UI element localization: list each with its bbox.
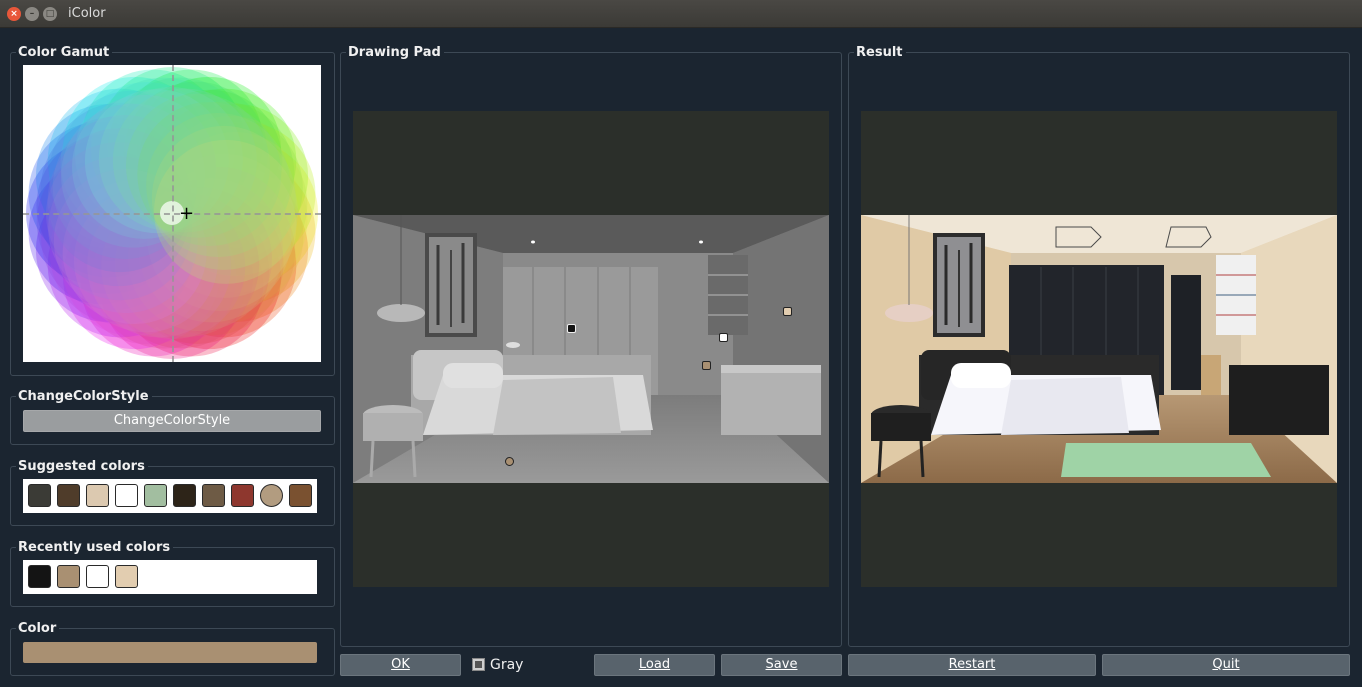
color-hint-point[interactable] (702, 361, 711, 370)
color-swatch[interactable] (28, 484, 51, 507)
restart-button[interactable]: Restart (848, 654, 1096, 676)
crosshair-vertical (172, 65, 174, 362)
color-swatch[interactable] (289, 484, 312, 507)
suggested-colors-palette (23, 479, 317, 513)
load-button-label: Load (638, 657, 671, 672)
result-canvas (861, 111, 1337, 587)
color-hint-point[interactable] (719, 333, 728, 342)
recent-colors-palette (23, 560, 317, 594)
color-swatch[interactable] (260, 484, 283, 507)
color-label: Color (16, 621, 60, 637)
ok-button[interactable]: OK (340, 654, 461, 676)
color-hint-point[interactable] (567, 324, 576, 333)
quit-button[interactable]: Quit (1102, 654, 1350, 676)
change-color-style-label: ChangeColorStyle (16, 389, 152, 405)
color-swatch[interactable] (86, 484, 109, 507)
close-window-icon[interactable]: × (7, 7, 21, 21)
restart-button-label: Restart (948, 657, 996, 672)
color-swatch[interactable] (57, 565, 80, 588)
save-button-label: Save (765, 657, 798, 672)
color-swatch[interactable] (57, 484, 80, 507)
color-swatch[interactable] (202, 484, 225, 507)
title-bar: × – □ iColor (0, 0, 1362, 28)
recent-colors-label: Recently used colors (16, 540, 174, 556)
change-color-style-button[interactable]: ChangeColorStyle (23, 410, 321, 432)
color-gamut-label: Color Gamut (16, 45, 113, 61)
maximize-window-icon[interactable]: □ (43, 7, 57, 21)
gray-checkbox[interactable] (472, 658, 485, 671)
color-swatch[interactable] (115, 565, 138, 588)
gray-checkbox-label: Gray (490, 657, 524, 673)
color-hint-point[interactable] (783, 307, 792, 316)
suggested-colors-label: Suggested colors (16, 459, 148, 475)
colorized-bedroom-image (861, 215, 1337, 483)
save-button[interactable]: Save (721, 654, 842, 676)
grayscale-bedroom-image (353, 215, 829, 483)
color-hint-point[interactable] (505, 457, 514, 466)
load-button[interactable]: Load (594, 654, 715, 676)
color-swatch[interactable] (144, 484, 167, 507)
color-swatch[interactable] (28, 565, 51, 588)
ok-button-label: OK (391, 657, 410, 672)
quit-button-label: Quit (1212, 657, 1240, 672)
result-label: Result (854, 45, 906, 61)
color-swatch[interactable] (231, 484, 254, 507)
minimize-window-icon[interactable]: – (25, 7, 39, 21)
color-gamut-picker[interactable]: + (23, 65, 321, 362)
drawing-pad-label: Drawing Pad (346, 45, 444, 61)
window-title: iColor (68, 6, 106, 21)
color-swatch[interactable] (86, 565, 109, 588)
drawing-pad-canvas[interactable] (353, 111, 829, 587)
color-swatch[interactable] (115, 484, 138, 507)
color-swatch[interactable] (173, 484, 196, 507)
crosshair-plus-icon: + (179, 203, 195, 224)
current-color-swatch (23, 642, 317, 663)
